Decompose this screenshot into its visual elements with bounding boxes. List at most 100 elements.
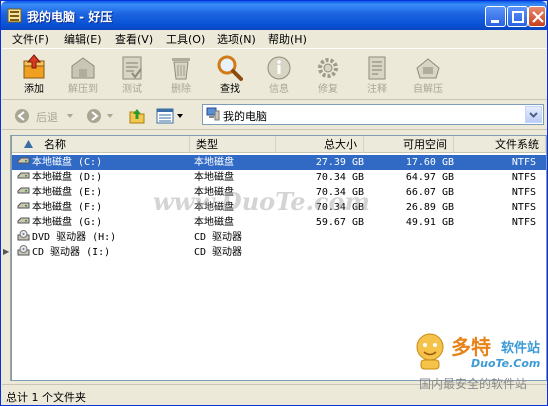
delete-icon <box>172 58 190 80</box>
row-name-cell: 本地磁盘 (F:) <box>17 200 195 215</box>
delete-label: 删除 <box>171 84 191 95</box>
row-type: 本地磁盘 <box>194 217 234 228</box>
column-header-type-label: 类型 <box>196 138 218 151</box>
forward-dropdown-icon <box>107 114 113 118</box>
menu-view[interactable]: 查看(V) <box>115 32 153 47</box>
minimize-icon <box>491 20 499 23</box>
row-fs: NTFS <box>511 202 536 213</box>
address-dropdown-button[interactable] <box>525 106 542 123</box>
test-label: 测试 <box>122 84 142 95</box>
menu-file[interactable]: 文件(F) <box>12 32 49 47</box>
info-button[interactable]: 信息 <box>257 52 301 98</box>
row-fs: NTFS <box>511 187 536 198</box>
row-free <box>368 245 454 260</box>
extract-button[interactable]: 解压到 <box>61 52 105 98</box>
menu-edit[interactable]: 编辑(E) <box>64 32 102 47</box>
comment-label: 注释 <box>367 84 387 95</box>
hard-drive-icon <box>17 202 30 209</box>
column-header-fs[interactable]: 文件系统 <box>454 136 546 153</box>
row-type: CD 驱动器 <box>194 232 243 243</box>
up-folder-button[interactable] <box>128 106 148 126</box>
view-list-icon <box>156 108 174 124</box>
comment-icon <box>368 56 386 80</box>
row-free: 49.91 GB <box>405 217 454 228</box>
find-label: 查找 <box>220 84 240 95</box>
menu-help[interactable]: 帮助(H) <box>268 32 307 47</box>
maximize-button[interactable] <box>507 6 528 27</box>
table-row[interactable]: 本地磁盘 (E:) 本地磁盘 70.34 GB 66.07 GB NTFS <box>12 185 546 200</box>
hard-drive-icon <box>17 172 30 179</box>
table-row[interactable]: CD 驱动器 (I:) CD 驱动器 <box>12 245 546 260</box>
row-free: 26.89 GB <box>405 202 454 213</box>
row-type: 本地磁盘 <box>194 157 234 168</box>
row-type: 本地磁盘 <box>194 202 234 213</box>
status-bar: 总计 1 个文件夹 <box>2 384 547 405</box>
computer-icon <box>206 107 220 121</box>
row-name: 本地磁盘 (F:) <box>32 202 103 213</box>
back-button[interactable]: 后退 <box>14 106 76 126</box>
row-name-cell: 本地磁盘 (D:) <box>17 170 195 185</box>
column-header-size-label: 总大小 <box>324 138 357 151</box>
table-row[interactable]: 本地磁盘 (D:) 本地磁盘 70.34 GB 64.97 GB NTFS <box>12 170 546 185</box>
row-fs: NTFS <box>511 157 536 168</box>
title-bar[interactable]: 我的电脑 - 好压 <box>1 1 547 30</box>
row-free: 64.97 GB <box>405 172 454 183</box>
table-row[interactable]: DVD 驱动器 (H:) CD 驱动器 <box>12 230 546 245</box>
column-header-type[interactable]: 类型 <box>190 136 276 153</box>
row-fs: NTFS <box>511 172 536 183</box>
column-header-name[interactable]: 名称 <box>12 136 190 153</box>
menu-bar: 文件(F) 编辑(E) 查看(V) 工具(O) 选项(N) 帮助(H) <box>2 30 547 49</box>
close-icon <box>532 11 544 23</box>
column-header-name-label: 名称 <box>44 138 66 151</box>
file-list: 名称 类型 总大小 可用空间 文件系统 本地磁盘 (C:) 本地磁盘 27.39… <box>11 135 547 381</box>
back-dropdown-icon <box>67 114 73 118</box>
row-fs <box>458 245 536 260</box>
find-button[interactable]: 查找 <box>208 52 252 98</box>
repair-button[interactable]: 修复 <box>306 52 350 98</box>
table-row[interactable]: 本地磁盘 (F:) 本地磁盘 70.34 GB 26.89 GB NTFS <box>12 200 546 215</box>
row-name-cell: 本地磁盘 (G:) <box>17 215 195 230</box>
row-name: CD 驱动器 (I:) <box>32 247 111 258</box>
row-free: 66.07 GB <box>405 187 454 198</box>
sort-ascending-icon <box>24 140 33 148</box>
row-size: 70.34 GB <box>315 202 364 213</box>
address-text: 我的电脑 <box>223 110 267 123</box>
column-header-free[interactable]: 可用空间 <box>364 136 454 153</box>
test-button[interactable]: 测试 <box>110 52 154 98</box>
window-title: 我的电脑 - 好压 <box>27 10 113 24</box>
folder-pane-splitter[interactable]: ▶ <box>1 135 11 381</box>
view-mode-button[interactable] <box>156 106 184 126</box>
delete-button[interactable]: 删除 <box>159 52 203 98</box>
list-header: 名称 类型 总大小 可用空间 文件系统 <box>12 136 546 153</box>
row-fs: NTFS <box>511 217 536 228</box>
extract-icon <box>71 57 95 79</box>
column-header-size[interactable]: 总大小 <box>276 136 364 153</box>
menu-tools[interactable]: 工具(O) <box>166 32 205 47</box>
add-archive-icon <box>23 54 45 79</box>
hard-drive-icon <box>17 187 30 194</box>
row-size: 59.67 GB <box>315 217 364 228</box>
forward-button[interactable] <box>86 106 118 126</box>
row-free: 17.60 GB <box>405 157 454 168</box>
test-icon <box>122 56 142 80</box>
menu-options[interactable]: 选项(N) <box>217 32 256 47</box>
row-type: 本地磁盘 <box>194 172 234 183</box>
row-size <box>280 230 364 245</box>
hard-drive-icon <box>17 157 30 164</box>
comment-button[interactable]: 注释 <box>355 52 399 98</box>
app-window: 我的电脑 - 好压 文件(F) 编辑(E) 查看(V) 工具(O) 选项(N) … <box>0 0 548 406</box>
close-button[interactable] <box>528 6 546 27</box>
add-button[interactable]: 添加 <box>12 52 56 98</box>
row-name: 本地磁盘 (G:) <box>32 217 103 228</box>
row-name-cell: 本地磁盘 (C:) <box>17 155 195 170</box>
expand-arrow-icon: ▶ <box>3 247 10 256</box>
table-row[interactable]: 本地磁盘 (G:) 本地磁盘 59.67 GB 49.91 GB NTFS <box>12 215 546 230</box>
sfx-button[interactable]: 自解压 <box>406 52 450 98</box>
table-row[interactable]: 本地磁盘 (C:) 本地磁盘 27.39 GB 17.60 GB NTFS <box>12 155 546 170</box>
haozip-app-icon <box>7 8 22 23</box>
back-label: 后退 <box>36 111 58 124</box>
minimize-button[interactable] <box>485 6 506 27</box>
address-combobox[interactable]: 我的电脑 <box>202 104 544 125</box>
row-name-cell: CD 驱动器 (I:) <box>17 245 195 260</box>
add-label: 添加 <box>24 84 44 95</box>
